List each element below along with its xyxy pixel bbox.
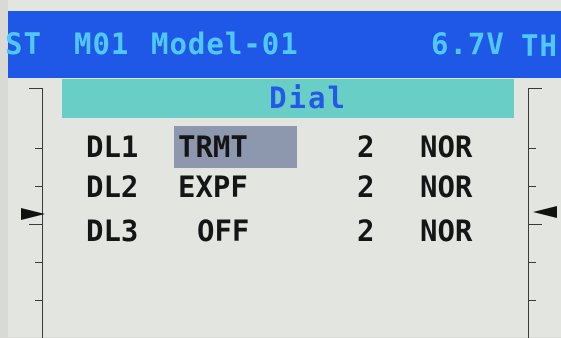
dial-name: DL1 bbox=[86, 130, 139, 164]
dial-row-dl2[interactable]: DL2 EXPF 2 NOR bbox=[0, 167, 561, 207]
dial-function[interactable]: OFF bbox=[197, 211, 249, 251]
left-trim-indicator-icon bbox=[21, 208, 45, 220]
dial-value[interactable]: 2 bbox=[357, 127, 374, 167]
dial-function[interactable]: TRMT bbox=[178, 127, 248, 167]
model-number: M01 bbox=[74, 27, 130, 61]
left-trim-label: ST bbox=[5, 27, 42, 61]
model-name: Model-01 bbox=[151, 27, 299, 61]
page-title-bar: Dial bbox=[62, 79, 514, 118]
dial-direction[interactable]: NOR bbox=[420, 211, 472, 251]
right-trim-label: TH bbox=[521, 29, 558, 63]
dial-name: DL2 bbox=[86, 170, 139, 204]
dial-value[interactable]: 2 bbox=[357, 211, 374, 251]
status-header: ST M01 Model-01 6.7V TH bbox=[5, 11, 561, 78]
battery-voltage: 6.7V bbox=[431, 27, 505, 61]
dial-row-dl3[interactable]: DL3 OFF 2 NOR bbox=[0, 211, 561, 251]
page-title: Dial bbox=[269, 81, 347, 115]
dial-direction[interactable]: NOR bbox=[420, 167, 472, 207]
dial-value[interactable]: 2 bbox=[357, 167, 374, 207]
dial-row-dl1[interactable]: DL1 TRMT 2 NOR bbox=[0, 127, 561, 167]
dial-name: DL3 bbox=[86, 214, 139, 248]
right-trim-indicator-icon bbox=[533, 206, 557, 218]
dial-direction[interactable]: NOR bbox=[420, 127, 472, 167]
dial-function[interactable]: EXPF bbox=[178, 167, 248, 207]
